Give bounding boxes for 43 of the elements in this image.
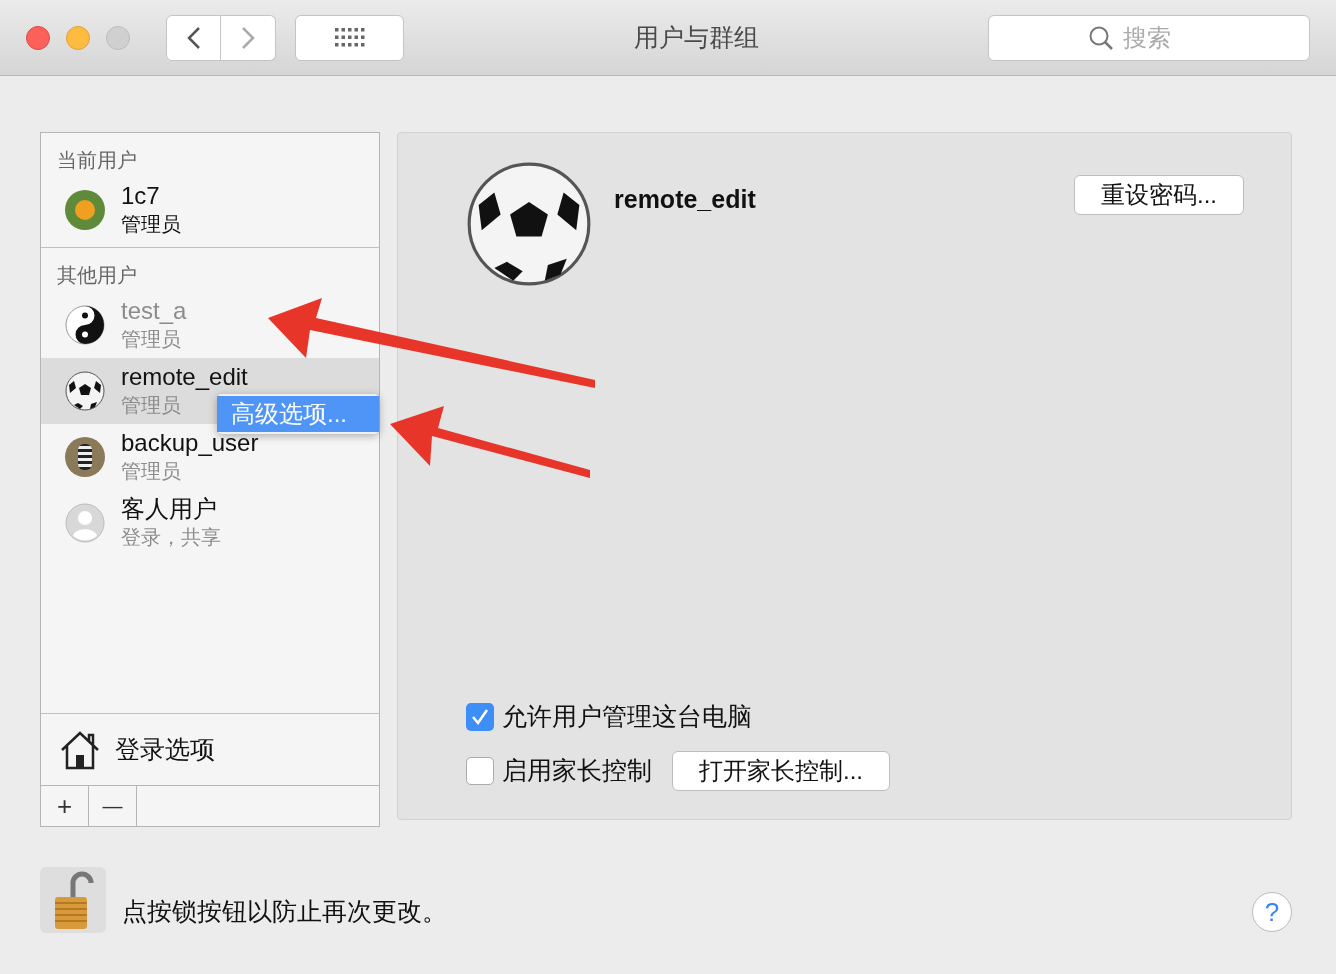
grid-icon <box>334 27 365 48</box>
reset-password-button[interactable]: 重设密码... <box>1074 175 1244 215</box>
section-heading: 其他用户 <box>56 263 138 288</box>
user-role: 管理员 <box>121 212 181 237</box>
user-list-item[interactable]: 1c7 管理员 <box>41 177 379 243</box>
user-name-heading: remote_edit <box>614 184 756 215</box>
add-user-button[interactable]: + <box>41 786 89 826</box>
user-list-item[interactable]: 客人用户 登录，共享 <box>41 490 379 556</box>
user-role: 登录，共享 <box>121 525 221 550</box>
lock-message: 点按锁按钮以防止再次更改。 <box>122 896 447 928</box>
back-button[interactable] <box>166 14 221 61</box>
person-silhouette-icon <box>65 503 105 543</box>
remove-user-button[interactable]: — <box>89 786 137 826</box>
search-icon <box>1088 24 1114 51</box>
section-heading: 当前用户 <box>56 148 138 173</box>
user-name: test_a <box>121 297 187 325</box>
login-options-label: 登录选项 <box>115 733 215 765</box>
chevron-right-icon <box>241 25 255 50</box>
soccer-ball-icon <box>65 371 105 411</box>
user-name: 客人用户 <box>121 495 218 523</box>
checkbox[interactable] <box>466 757 494 785</box>
flower-photo-placeholder <box>65 190 105 230</box>
user-name: remote_edit <box>121 363 248 391</box>
close-button[interactable] <box>26 25 50 50</box>
search-field[interactable]: 搜索 <box>988 14 1310 61</box>
checkbox[interactable] <box>466 703 494 731</box>
yin-yang-icon <box>65 305 105 345</box>
window-title: 用户与群组 <box>632 21 760 53</box>
checkbox-label: 允许用户管理这台电脑 <box>502 701 752 733</box>
user-role: 管理员 <box>121 459 182 484</box>
login-options-row[interactable]: 登录选项 <box>41 713 379 785</box>
parental-controls-button[interactable]: 打开家长控制... <box>672 751 890 791</box>
user-name: 1c7 <box>121 182 161 210</box>
minimize-button[interactable] <box>66 25 90 50</box>
chevron-left-icon <box>186 25 201 50</box>
show-all-button[interactable] <box>295 14 404 61</box>
checkbox-label: 启用家长控制 <box>502 755 652 787</box>
lock-button[interactable] <box>40 867 106 933</box>
user-role: 管理员 <box>121 327 182 352</box>
user-name: backup_user <box>121 429 259 457</box>
help-button[interactable]: ? <box>1252 892 1292 932</box>
zebra-photo-placeholder <box>65 437 105 477</box>
checkmark-icon <box>470 707 490 727</box>
